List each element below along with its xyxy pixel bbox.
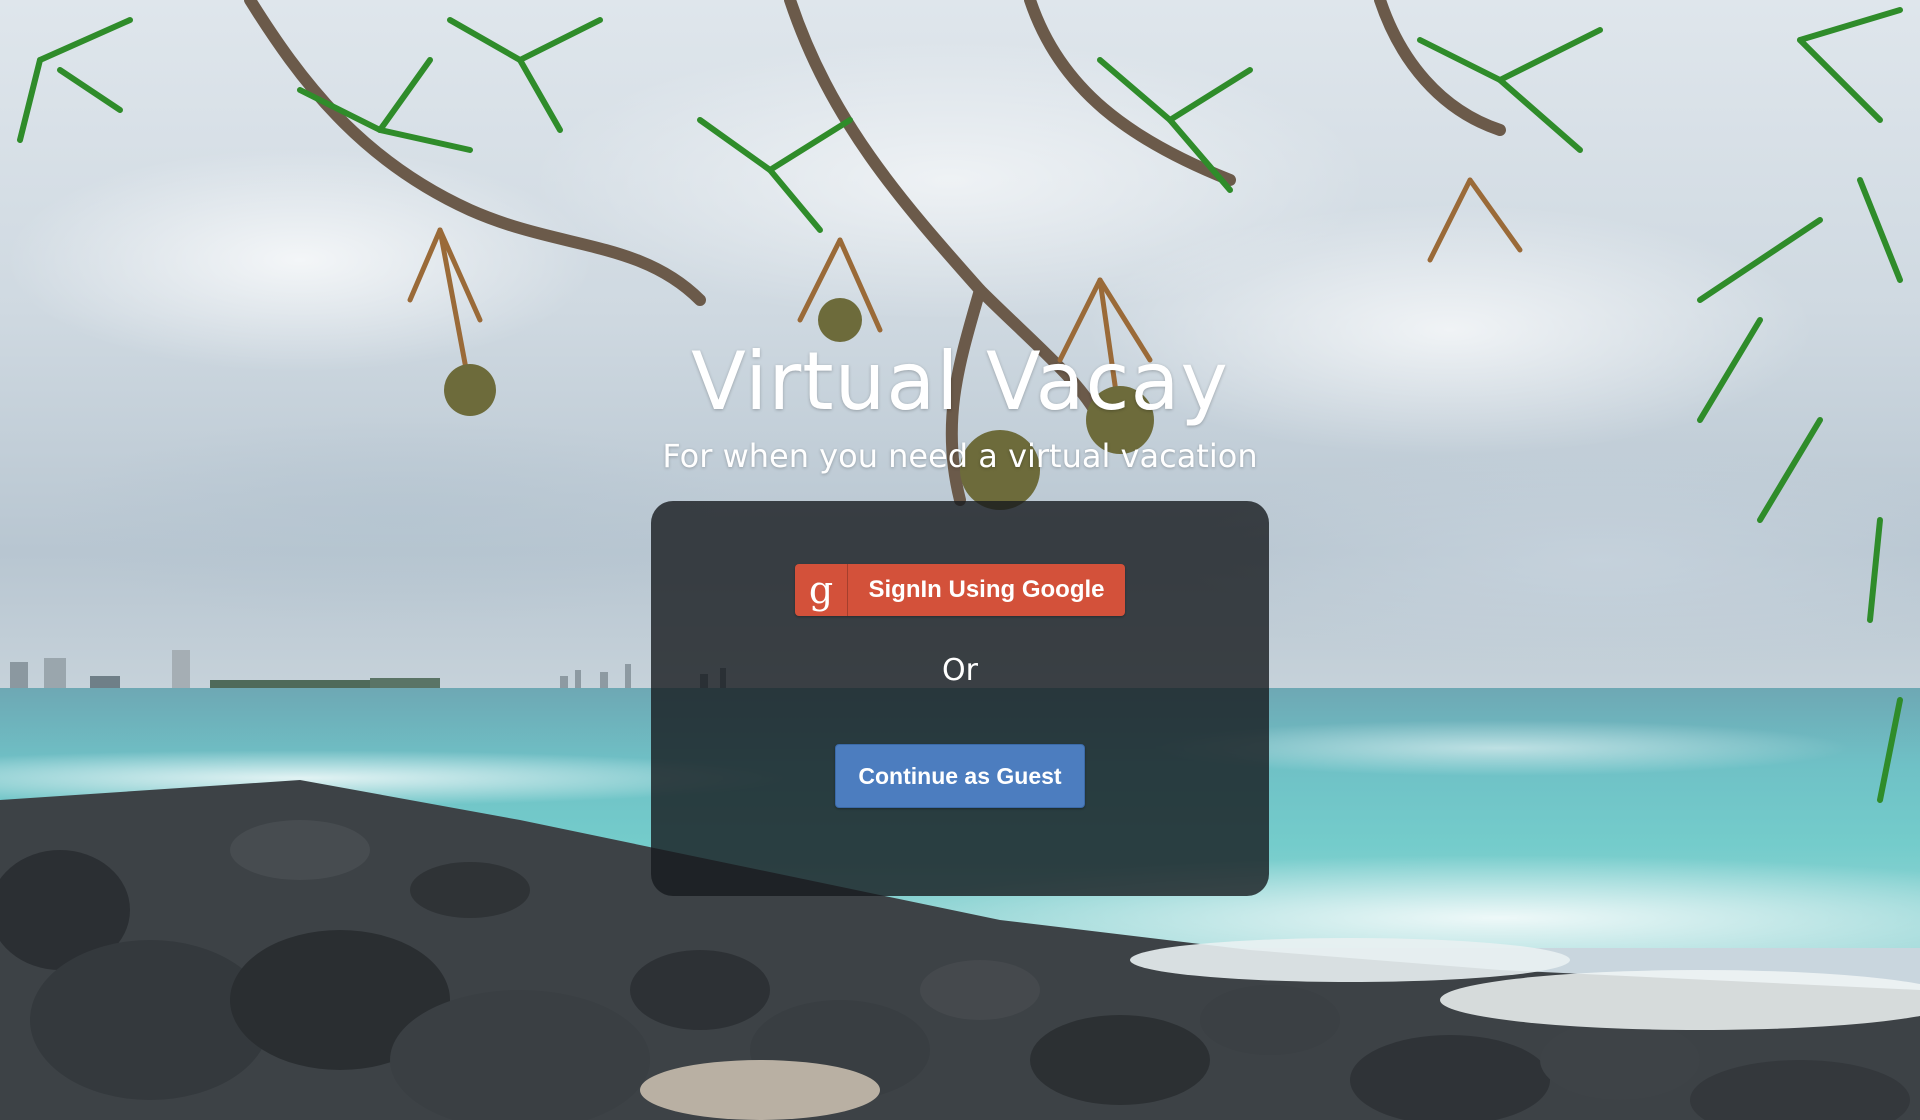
google-signin-button[interactable]: g SignIn Using Google: [795, 564, 1125, 616]
google-signin-label: SignIn Using Google: [868, 576, 1105, 603]
login-page: Virtual Vacay For when you need a virtua…: [0, 0, 1920, 1120]
app-title: Virtual Vacay: [691, 335, 1229, 428]
google-g-icon: g: [795, 564, 848, 616]
app-tagline: For when you need a virtual vacation: [662, 437, 1258, 475]
continue-as-guest-button[interactable]: Continue as Guest: [835, 744, 1085, 808]
or-separator: Or: [942, 653, 978, 688]
login-card: g SignIn Using Google Or Continue as Gue…: [651, 501, 1269, 896]
